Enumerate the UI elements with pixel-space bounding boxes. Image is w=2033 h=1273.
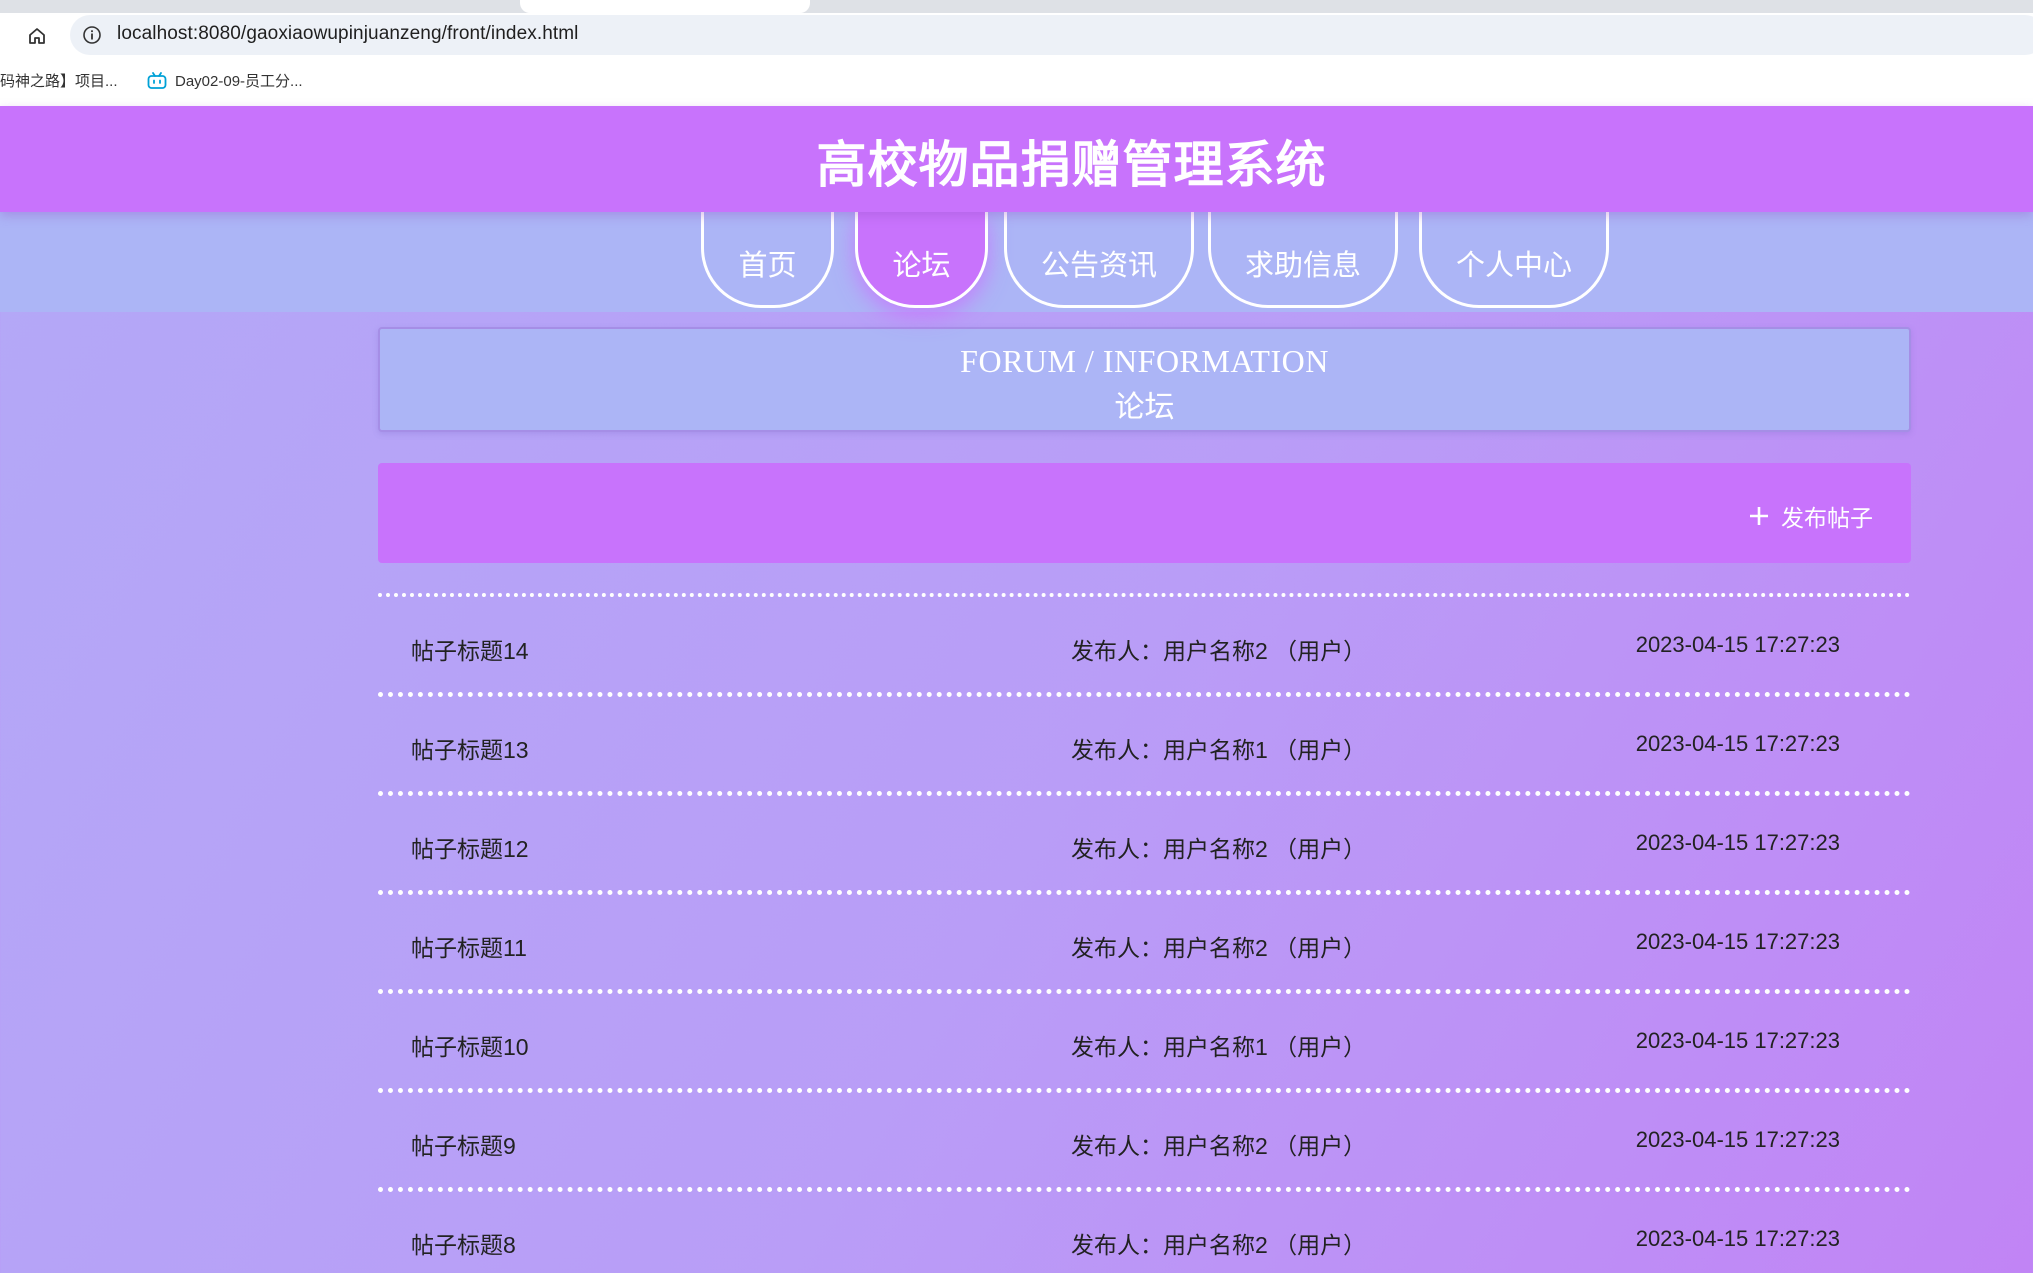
site-header: 高校物品捐赠管理系统 [0,106,2033,212]
nav-item-label: 首页 [738,249,797,282]
publish-post-label: 发布帖子 [1781,505,1873,531]
post-row[interactable]: 帖子标题8 发布人：用户名称2 （用户） 2023-04-15 17:27:23 [378,1192,1911,1273]
post-row[interactable]: 帖子标题11 发布人：用户名称2 （用户） 2023-04-15 17:27:2… [378,895,1911,989]
nav-item-label: 求助信息 [1244,249,1361,282]
post-author: 发布人：用户名称2 （用户） [1071,1133,1367,1159]
post-author: 发布人：用户名称2 （用户） [1071,638,1367,664]
nav-item-announcements[interactable]: 公告资讯 [1004,212,1194,308]
post-row[interactable]: 帖子标题14 发布人：用户名称2 （用户） 2023-04-15 17:27:2… [378,598,1911,692]
post-time: 2023-04-15 17:27:23 [1635,731,1840,756]
home-icon[interactable] [22,21,52,51]
browser-active-tab[interactable] [520,0,810,13]
site-title: 高校物品捐赠管理系统 [816,137,1327,193]
browser-tabstrip [0,0,2033,13]
address-bar[interactable]: localhost:8080/gaoxiaowupinjuanzeng/fron… [70,15,2033,55]
post-title[interactable]: 帖子标题9 [411,1127,516,1161]
post-title[interactable]: 帖子标题12 [411,830,529,864]
post-time: 2023-04-15 17:27:23 [1635,1028,1840,1053]
post-author: 发布人：用户名称2 （用户） [1071,935,1367,961]
bookmarks-bar: 码神之路】项目... Day02-09-员工分... [0,56,2033,106]
browser-toolbar: localhost:8080/gaoxiaowupinjuanzeng/fron… [0,13,2033,56]
bookmark-label: Day02-09-员工分... [175,73,303,90]
section-title-zh: 论坛 [1114,391,1175,424]
post-title[interactable]: 帖子标题8 [411,1226,516,1260]
post-time: 2023-04-15 17:27:23 [1635,830,1840,855]
post-time: 2023-04-15 17:27:23 [1635,929,1840,954]
post-author: 发布人：用户名称2 （用户） [1071,1232,1367,1258]
post-time: 2023-04-15 17:27:23 [1635,1226,1840,1251]
forum-action-bar: 发布帖子 [378,463,1911,563]
post-title[interactable]: 帖子标题10 [411,1028,529,1062]
nav-item-help-requests[interactable]: 求助信息 [1208,212,1398,308]
plus-icon [1750,507,1768,525]
post-title[interactable]: 帖子标题14 [411,632,529,666]
post-row[interactable]: 帖子标题9 发布人：用户名称2 （用户） 2023-04-15 17:27:23 [378,1093,1911,1187]
post-title[interactable]: 帖子标题11 [411,929,527,963]
section-title-box: FORUM / INFORMATION 论坛 [378,327,1911,432]
post-author: 发布人：用户名称2 （用户） [1071,836,1367,862]
publish-post-button[interactable]: 发布帖子 [1749,499,1873,533]
nav-item-label: 论坛 [892,249,951,282]
bilibili-icon [147,71,167,89]
post-time: 2023-04-15 17:27:23 [1635,632,1840,657]
post-author: 发布人：用户名称1 （用户） [1071,737,1367,763]
bookmark-item[interactable]: 码神之路】项目... [0,70,118,91]
post-row[interactable]: 帖子标题12 发布人：用户名称2 （用户） 2023-04-15 17:27:2… [378,796,1911,890]
post-row[interactable]: 帖子标题10 发布人：用户名称1 （用户） 2023-04-15 17:27:2… [378,994,1911,1088]
bookmark-item[interactable]: Day02-09-员工分... [147,70,303,91]
post-row[interactable]: 帖子标题13 发布人：用户名称1 （用户） 2023-04-15 17:27:2… [378,697,1911,791]
post-list: 帖子标题14 发布人：用户名称2 （用户） 2023-04-15 17:27:2… [378,593,1911,1273]
nav-item-label: 个人中心 [1455,249,1572,282]
nav-item-personal-center[interactable]: 个人中心 [1419,212,1609,308]
bookmark-label: 码神之路】项目... [0,73,118,90]
post-author: 发布人：用户名称1 （用户） [1071,1034,1367,1060]
nav-item-label: 公告资讯 [1040,249,1157,282]
post-title[interactable]: 帖子标题13 [411,731,529,765]
section-title-en: FORUM / INFORMATION [960,343,1329,379]
url-text[interactable]: localhost:8080/gaoxiaowupinjuanzeng/fron… [117,23,579,45]
site-info-icon[interactable] [82,25,102,45]
post-time: 2023-04-15 17:27:23 [1635,1127,1840,1152]
